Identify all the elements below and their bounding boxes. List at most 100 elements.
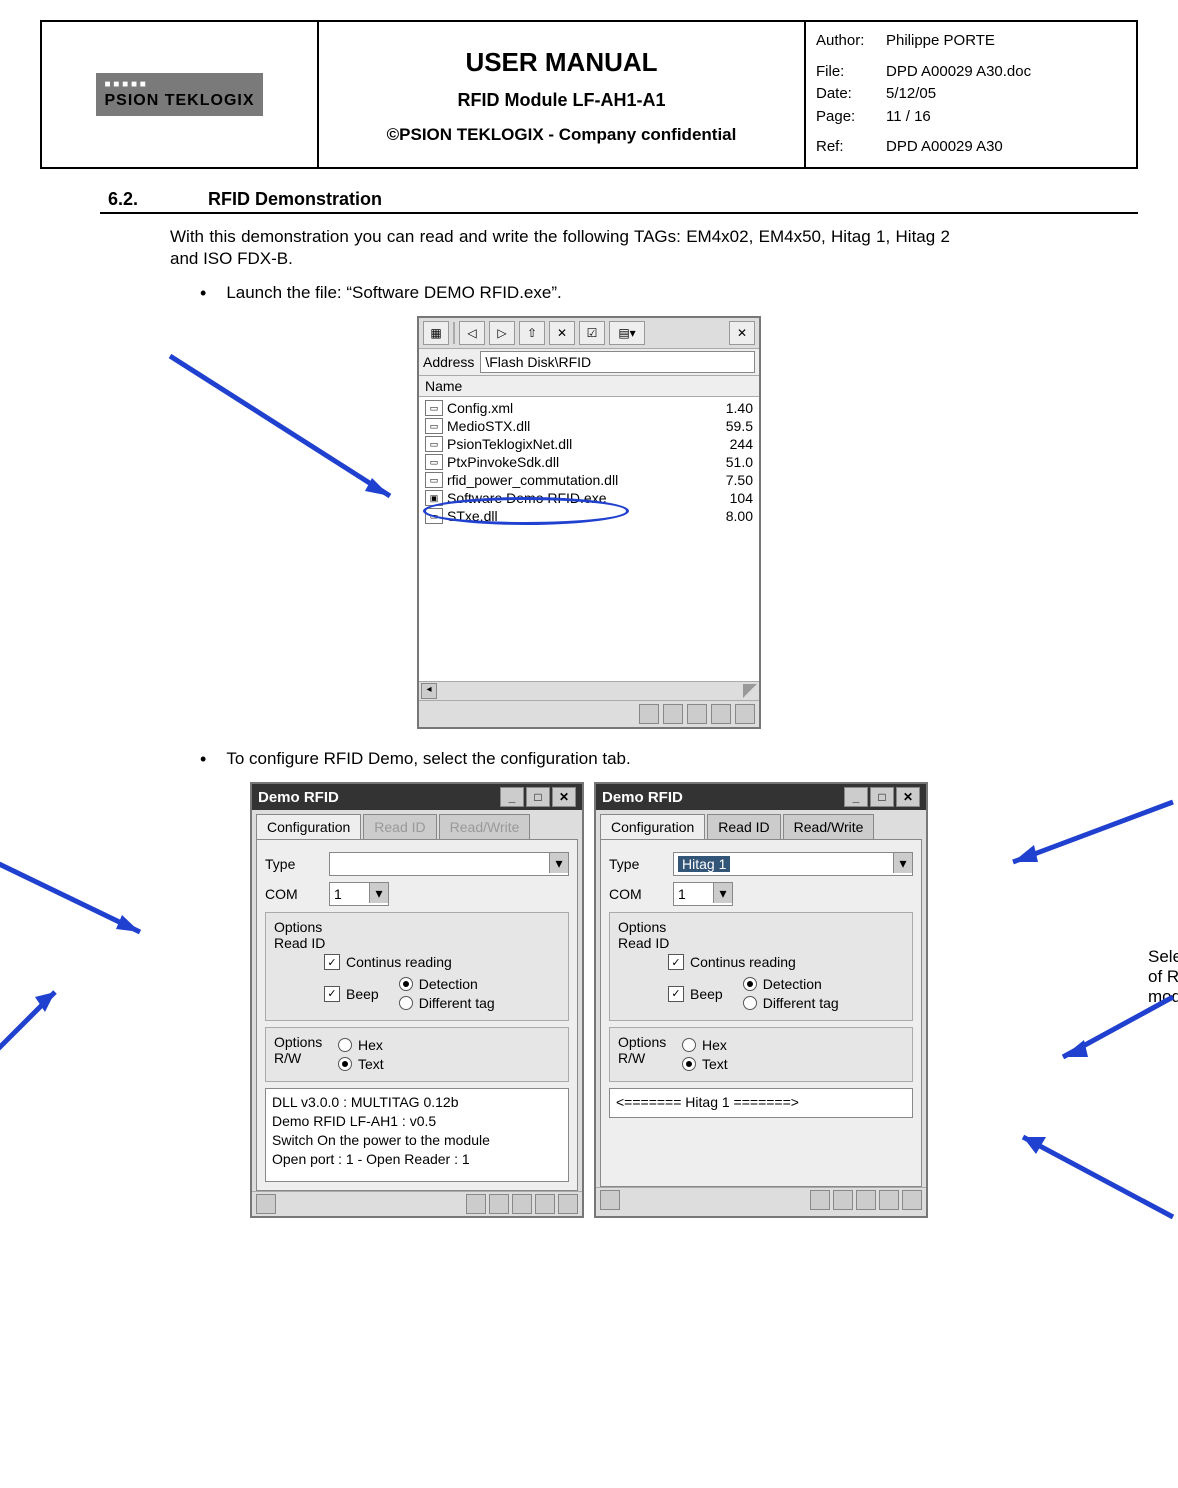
save-icon[interactable]: ▦: [423, 321, 449, 345]
tab-read-id[interactable]: Read ID: [707, 814, 780, 839]
tray-icon[interactable]: [639, 704, 659, 724]
checkbox[interactable]: ✓: [668, 986, 684, 1002]
radio-label: Hex: [358, 1037, 383, 1053]
column-header[interactable]: Name: [419, 376, 759, 397]
checkbox[interactable]: ✓: [668, 954, 684, 970]
properties-icon[interactable]: ☑: [579, 321, 605, 345]
titlebar: Demo RFID _ □ ✕: [596, 784, 926, 810]
scrollbar[interactable]: ◂: [419, 681, 759, 700]
group-label: OptionsR/W: [618, 1034, 682, 1073]
checkbox-label: Continus reading: [346, 954, 452, 970]
start-icon[interactable]: [600, 1190, 620, 1210]
callout-select-readid: Select Read IDoptions: [0, 1032, 10, 1072]
options-rw-group: OptionsR/W Hex Text: [265, 1027, 569, 1082]
tray-icon[interactable]: [879, 1190, 899, 1210]
checkbox-label: Continus reading: [690, 954, 796, 970]
tab-configuration[interactable]: Configuration: [600, 814, 705, 839]
meta-cell: Author:Philippe PORTE File:DPD A00029 A3…: [806, 22, 1136, 167]
list-item[interactable]: ▭MedioSTX.dll59.5: [419, 417, 759, 435]
tab-read-id[interactable]: Read ID: [363, 814, 436, 839]
radio[interactable]: [399, 977, 413, 991]
meta-value: Philippe PORTE: [886, 30, 995, 53]
radio[interactable]: [743, 977, 757, 991]
logo-cell: ■ ■ ■ ■ ■ PSION TEKLOGIX: [42, 22, 319, 167]
minimize-icon[interactable]: _: [844, 787, 868, 807]
tray-icon[interactable]: [856, 1190, 876, 1210]
radio-label: Different tag: [419, 995, 495, 1011]
up-icon[interactable]: ⇧: [519, 321, 545, 345]
radio[interactable]: [338, 1038, 352, 1052]
file-list: ▭Config.xml1.40 ▭MedioSTX.dll59.5 ▭Psion…: [419, 397, 759, 681]
tray-icon[interactable]: [735, 704, 755, 724]
chevron-down-icon: ▾: [713, 883, 732, 903]
com-label: COM: [609, 886, 673, 902]
options-readid-group: OptionsRead ID ✓Continus reading ✓Beep D…: [265, 912, 569, 1021]
window-title: Demo RFID: [602, 789, 683, 806]
tray-icon[interactable]: [833, 1190, 853, 1210]
list-item[interactable]: ▭PsionTeklogixNet.dll244: [419, 435, 759, 453]
tray-icon[interactable]: [558, 1194, 578, 1214]
file-icon: ▭: [425, 400, 443, 416]
tab-read-write[interactable]: Read/Write: [439, 814, 531, 839]
view-icon[interactable]: ▤▾: [609, 321, 645, 345]
checkbox[interactable]: ✓: [324, 986, 340, 1002]
title-cell: USER MANUAL RFID Module LF-AH1-A1 ©PSION…: [319, 22, 806, 167]
tray-icon[interactable]: [711, 704, 731, 724]
delete-icon[interactable]: ✕: [549, 321, 575, 345]
tray-icon[interactable]: [687, 704, 707, 724]
tray-icon[interactable]: [512, 1194, 532, 1214]
back-icon[interactable]: ◁: [459, 321, 485, 345]
config-panel: Type Hitag 1▾ COM 1▾ OptionsRead ID ✓Con…: [600, 839, 922, 1187]
close-icon[interactable]: ✕: [552, 787, 576, 807]
type-dropdown[interactable]: Hitag 1▾: [673, 852, 913, 876]
tray-icon[interactable]: [489, 1194, 509, 1214]
radio[interactable]: [743, 996, 757, 1010]
checkbox-label: Beep: [346, 986, 379, 1002]
meta-label: Date:: [816, 83, 886, 106]
bullet-text: To configure RFID Demo, select the confi…: [226, 749, 630, 770]
address-input[interactable]: \Flash Disk\RFID: [480, 351, 755, 373]
checkbox[interactable]: ✓: [324, 954, 340, 970]
taskbar: [252, 1191, 582, 1216]
list-item[interactable]: ▭Config.xml1.40: [419, 399, 759, 417]
tab-configuration[interactable]: Configuration: [256, 814, 361, 839]
maximize-icon[interactable]: □: [870, 787, 894, 807]
close-icon[interactable]: ✕: [896, 787, 920, 807]
radio[interactable]: [399, 996, 413, 1010]
taskbar: [419, 700, 759, 727]
confidential-line: ©PSION TEKLOGIX - Company confidential: [329, 125, 794, 145]
doc-subtitle: RFID Module LF-AH1-A1: [329, 90, 794, 111]
type-dropdown[interactable]: ▾: [329, 852, 569, 876]
meta-value: DPD A00029 A30.doc: [886, 61, 1031, 84]
window-title: Demo RFID: [258, 789, 339, 806]
figure-demo-rfid: Select COM 1 Select Read IDoptions Selec…: [40, 782, 1138, 1218]
radio[interactable]: [338, 1057, 352, 1071]
tray-icon[interactable]: [810, 1190, 830, 1210]
file-icon: ▭: [425, 436, 443, 452]
tabs: Configuration Read ID Read/Write: [596, 810, 926, 839]
minimize-icon[interactable]: _: [500, 787, 524, 807]
com-dropdown[interactable]: 1▾: [329, 882, 389, 906]
bullet-item: To configure RFID Demo, select the confi…: [200, 749, 1138, 770]
tray-icon[interactable]: [535, 1194, 555, 1214]
list-item[interactable]: ▭rfid_power_commutation.dll7.50: [419, 471, 759, 489]
radio-label: Hex: [702, 1037, 727, 1053]
tab-read-write[interactable]: Read/Write: [783, 814, 875, 839]
list-item[interactable]: ▭PtxPinvokeSdk.dll51.0: [419, 453, 759, 471]
chevron-down-icon: ▾: [549, 853, 568, 873]
callout-select-display: Select the displayof Read and writemode: [1148, 947, 1178, 1007]
status-textbox: <======= Hitag 1 =======>: [609, 1088, 913, 1118]
address-bar: Address \Flash Disk\RFID: [419, 349, 759, 376]
maximize-icon[interactable]: □: [526, 787, 550, 807]
tray-icon[interactable]: [466, 1194, 486, 1214]
close-icon[interactable]: ✕: [729, 321, 755, 345]
radio[interactable]: [682, 1057, 696, 1071]
com-dropdown[interactable]: 1▾: [673, 882, 733, 906]
tray-icon[interactable]: [663, 704, 683, 724]
start-icon[interactable]: [256, 1194, 276, 1214]
forward-icon[interactable]: ▷: [489, 321, 515, 345]
options-readid-group: OptionsRead ID ✓Continus reading ✓Beep D…: [609, 912, 913, 1021]
radio[interactable]: [682, 1038, 696, 1052]
tray-icon[interactable]: [902, 1190, 922, 1210]
scroll-left-icon[interactable]: ◂: [421, 683, 437, 699]
